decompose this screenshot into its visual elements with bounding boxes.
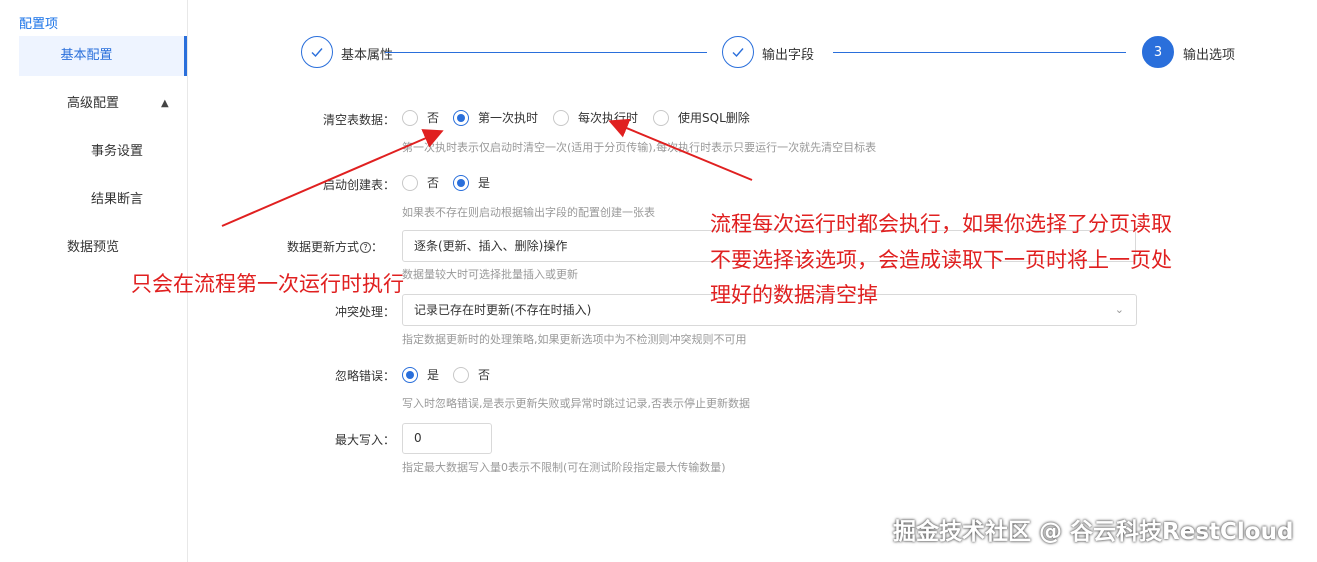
annotation-right-line-2: 不要选择该选项，会造成读取下一页时将上一页处 (710, 248, 1172, 272)
annotation-left: 只会在流程第一次运行时执行 (131, 272, 404, 296)
arrow-to-every-run (608, 118, 753, 181)
arrow-to-first-run (221, 129, 444, 227)
watermark: 掘金技术社区 @ 谷云科技RestCloud (893, 519, 1294, 545)
annotation-right-line-3: 理好的数据清空掉 (710, 283, 878, 307)
annotation-right-line-1: 流程每次运行时都会执行，如果你选择了分页读取 (710, 212, 1172, 236)
